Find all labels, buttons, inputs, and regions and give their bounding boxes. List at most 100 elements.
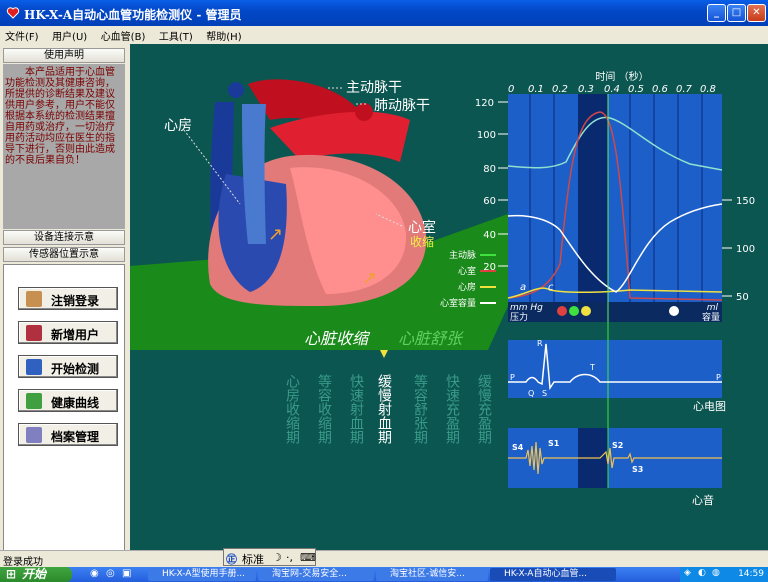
ecg-p-label: P xyxy=(510,373,515,382)
time-axis-label: 时间 （秒） xyxy=(595,70,648,83)
menu-help[interactable]: 帮助(H) xyxy=(201,26,246,45)
current-phase-marker-icon xyxy=(380,350,388,358)
valve-indicator-red xyxy=(557,306,567,316)
phase-list: 心房收缩期 等容收缩期 快速射血期 缓慢射血期 等容舒张期 快速充盈期 缓慢充盈… xyxy=(284,373,492,445)
task-manual[interactable]: HK-X-A型使用手册... xyxy=(148,568,256,581)
pressure-axis-label: 压力 xyxy=(510,311,528,323)
ecg-t-label: T xyxy=(589,363,595,372)
legend-volume: 心室容量 xyxy=(440,297,476,309)
phase-atrial-systole: 心房收缩期 xyxy=(284,374,300,445)
time-tick-8: 0.8 xyxy=(700,84,716,95)
time-tick-1: 0.1 xyxy=(528,84,544,95)
aorta-label: 主动脉干 xyxy=(346,80,402,96)
atrium-label: 心房 xyxy=(164,118,192,134)
menu-cardio[interactable]: 心血管(B) xyxy=(96,26,151,45)
quicklaunch-ie-icon[interactable]: ◉ xyxy=(90,568,99,579)
ecg-p2-label: P xyxy=(716,373,721,382)
monitor-icon xyxy=(26,359,42,375)
task-manual-label: HK-X-A型使用手册... xyxy=(162,569,246,579)
valve-indicator-green xyxy=(569,306,579,316)
volume-tick-150: 150 xyxy=(736,196,755,207)
time-tick-0: 0 xyxy=(508,84,514,95)
usage-notice: 本产品适用于心血管功能检测及其健康咨询，所提供的诊断结果及建议供用户参考，用户不… xyxy=(3,64,125,229)
close-icon[interactable]: ✕ xyxy=(747,4,766,22)
ventricle-label: 心室 xyxy=(408,219,436,236)
valve-indicator-yellow xyxy=(581,306,591,316)
ime-moon-icon[interactable]: ☽ xyxy=(272,551,282,564)
health-curve-button[interactable]: 健康曲线 xyxy=(18,389,118,412)
ime-keyboard-icon[interactable]: ⌨ xyxy=(300,551,316,564)
pressure-tick-80: 80 xyxy=(483,164,496,175)
ime-logo-icon: ㊣ xyxy=(226,553,237,566)
title-bar: HK-X-A自动心血管功能检测仪 - 管理员 _ □ ✕ xyxy=(0,0,768,26)
phase-slow-filling: 缓慢充盈期 xyxy=(476,374,492,445)
task-hk-app[interactable]: HK-X-A自动心血管... xyxy=(490,568,616,581)
ime-mode[interactable]: 标准 xyxy=(242,551,264,567)
logout-user-icon xyxy=(26,291,42,307)
phase-isovolumic-relaxation: 等容舒张期 xyxy=(412,373,428,445)
pressure-tick-100: 100 xyxy=(477,130,496,141)
quicklaunch-desktop-icon[interactable]: ▣ xyxy=(122,568,131,579)
pressure-tick-60: 60 xyxy=(483,196,496,207)
cardiac-diagram: ↗ ↗ 主动脉干 肺动脉干 心房 心室 收缩 主动脉 心室 心房 心室容量 心脏… xyxy=(130,70,755,507)
time-tick-7: 0.7 xyxy=(676,84,693,95)
instructions-header[interactable]: 使用声明 xyxy=(3,48,125,63)
pcg-s2-label: S2 xyxy=(612,441,623,450)
pcg-s4-label: S4 xyxy=(512,443,524,452)
pressure-unit: mm Hg xyxy=(510,303,543,313)
ecg-title: 心电图 xyxy=(693,400,726,413)
logout-button[interactable]: 注销登录 xyxy=(18,287,118,310)
marker-c: c xyxy=(548,282,554,293)
menu-file[interactable]: 文件(F) xyxy=(0,26,44,45)
start-button[interactable]: ⊞ 开始 xyxy=(0,567,72,582)
left-panel: 使用声明 本产品适用于心血管功能检测及其健康咨询，所提供的诊断结果及建议供用户参… xyxy=(0,44,130,552)
taskbar: ⊞ 开始 ◉ ◎ ▣ HK-X-A型使用手册... 淘宝网-交易安全... 淘宝… xyxy=(0,567,768,582)
ventricle-state-label: 收缩 xyxy=(410,234,434,249)
ecg-q-label: Q xyxy=(528,389,534,398)
action-pane: 注销登录 新增用户 开始检测 健康曲线 档案管理 xyxy=(3,264,125,552)
start-test-button[interactable]: 开始检测 xyxy=(18,355,118,378)
diastole-title: 心脏舒张 xyxy=(398,329,464,348)
archive-icon xyxy=(26,427,42,443)
tray-network-icon[interactable]: ◈ xyxy=(684,568,691,578)
add-user-button[interactable]: 新增用户 xyxy=(18,321,118,344)
task-taobao-community[interactable]: 淘宝社区-诚信安... xyxy=(376,568,488,581)
pulmonary-label: 肺动脉干 xyxy=(374,98,430,114)
phase-rapid-ejection: 快速射血期 xyxy=(348,374,364,445)
time-tick-3: 0.3 xyxy=(578,84,594,95)
volume-axis-label: 容量 xyxy=(702,311,720,323)
time-tick-6: 0.6 xyxy=(652,84,668,95)
maximize-icon[interactable]: □ xyxy=(727,4,746,22)
task-taobao-community-label: 淘宝社区-诚信安... xyxy=(390,569,465,579)
chart-icon xyxy=(26,393,42,409)
menu-tools[interactable]: 工具(T) xyxy=(154,26,198,45)
pressure-tick-120: 120 xyxy=(475,98,494,109)
tray-security-icon[interactable]: ◍ xyxy=(712,568,720,578)
pcg-s3-label: S3 xyxy=(632,465,643,474)
menu-user[interactable]: 用户(U) xyxy=(47,26,92,45)
phase-isovolumic-contraction: 等容收缩期 xyxy=(316,373,332,445)
pressure-tick-40: 40 xyxy=(483,230,496,241)
ime-toolbar[interactable]: ㊣ 标准 ☽ ·, ⌨ xyxy=(223,548,316,566)
marker-a: a xyxy=(520,282,526,293)
start-label: 开始 xyxy=(22,567,47,581)
task-taobao-trade-label: 淘宝网-交易安全... xyxy=(272,569,347,579)
windows-logo-icon: ⊞ xyxy=(6,567,17,581)
contraction-arrow-icon: ↗ xyxy=(362,268,377,289)
sensor-position-tab[interactable]: 传感器位置示意 xyxy=(3,247,125,262)
archive-button[interactable]: 档案管理 xyxy=(18,423,118,446)
legend-aortic: 主动脉 xyxy=(449,249,476,261)
volume-tick-100: 100 xyxy=(736,244,755,255)
ime-punct-icon[interactable]: ·, xyxy=(286,551,293,564)
cardiac-cycle-canvas: ↗ ↗ 主动脉干 肺动脉干 心房 心室 收缩 主动脉 心室 心房 心室容量 心脏… xyxy=(130,44,768,550)
legend-ventricle: 心室 xyxy=(458,265,476,277)
pcg-panel: S4 S1 S2 S3 心音 xyxy=(508,428,722,507)
minimize-icon[interactable]: _ xyxy=(707,4,726,22)
quicklaunch-media-icon[interactable]: ◎ xyxy=(106,568,115,579)
systole-title: 心脏收缩 xyxy=(304,329,371,348)
device-connect-tab[interactable]: 设备连接示意 xyxy=(3,230,125,245)
pcg-title: 心音 xyxy=(692,493,714,507)
tray-volume-icon[interactable]: ◐ xyxy=(698,568,706,578)
menu-bar: 文件(F) 用户(U) 心血管(B) 工具(T) 帮助(H) xyxy=(0,26,768,44)
task-taobao-trade[interactable]: 淘宝网-交易安全... xyxy=(258,568,374,581)
